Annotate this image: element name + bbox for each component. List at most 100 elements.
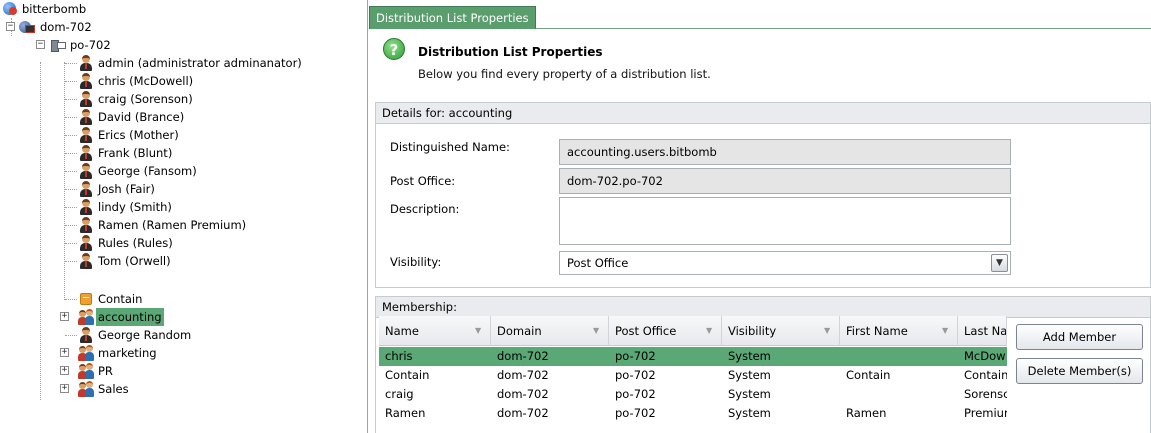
add-member-button[interactable]: Add Member (1016, 324, 1143, 350)
properties-pane: Distribution List Properties ? Distribut… (369, 0, 1151, 433)
collapse-icon[interactable]: − (36, 40, 45, 49)
expand-icon[interactable]: + (60, 366, 69, 375)
tree-node-label: accounting (96, 308, 164, 326)
chevron-down-icon[interactable]: ▼ (991, 254, 1008, 272)
group-icon (78, 345, 94, 361)
column-header[interactable]: Last Na (958, 316, 1007, 346)
tree-node-user[interactable]: David (Brance) (0, 108, 360, 126)
tree-node-user[interactable]: chris (McDowell) (0, 72, 360, 90)
table-cell: Ramen (385, 406, 426, 420)
table-cell: System (728, 349, 771, 363)
table-cell: po-702 (615, 406, 656, 420)
tree-node-user[interactable]: craig (Sorenson) (0, 90, 360, 108)
filter-icon[interactable]: ▼ (942, 327, 949, 335)
membership-section-title: Membership: (376, 297, 1150, 318)
details-section: Details for: accounting Distinguished Na… (375, 102, 1151, 288)
post-office-field[interactable]: dom-702.po-702 (559, 168, 1011, 194)
filter-icon[interactable]: ▼ (706, 327, 713, 335)
user-icon (78, 73, 94, 89)
description-label: Description: (390, 202, 460, 216)
tree-node-group[interactable]: + Sales (0, 380, 360, 398)
visibility-select[interactable]: Post Office ▼ (559, 251, 1011, 275)
tree-node-label: Erics (Mother) (98, 128, 179, 142)
column-header[interactable]: Name ▼ (379, 316, 491, 346)
table-cell: po-702 (615, 349, 656, 363)
user-icon (78, 145, 94, 161)
tree-node-accounting[interactable]: + accounting (0, 308, 360, 326)
table-cell (846, 347, 958, 366)
post-office-label: Post Office: (390, 174, 456, 188)
tree-node-user[interactable]: Rules (Rules) (0, 234, 360, 252)
domain-icon (19, 19, 35, 35)
tree-node-label: Sales (98, 382, 129, 396)
user-icon (78, 91, 94, 107)
distinguished-name-field[interactable]: accounting.users.bitbomb (559, 139, 1011, 165)
tree-node-user[interactable]: Ramen (Ramen Premium) (0, 216, 360, 234)
user-icon (78, 163, 94, 179)
table-cell: Contain (964, 368, 1007, 382)
expand-icon[interactable]: + (60, 384, 69, 393)
tree-node-label: Rules (Rules) (98, 236, 173, 250)
membership-grid[interactable]: Name ▼ Domain ▼ Post Office ▼ Visibility ▼ First… (379, 316, 1007, 433)
tree-node-label: Josh (Fair) (98, 182, 155, 196)
column-header-label: Domain (497, 324, 542, 338)
tree-node-user[interactable]: George Random (0, 326, 360, 344)
table-cell: dom-702 (497, 406, 549, 420)
tree-node-label: dom-702 (40, 20, 92, 34)
tree-node-root[interactable]: bitterbomb (0, 0, 360, 18)
tree-node-label: Contain (98, 292, 143, 306)
tree-node-user[interactable]: Josh (Fair) (0, 180, 360, 198)
tree-node-label: George (Fansom) (98, 164, 197, 178)
table-row[interactable]: craig dom-702 po-702 System Sorensc (379, 385, 1007, 404)
expand-icon[interactable]: + (60, 312, 69, 321)
tree-node-user[interactable]: George (Fansom) (0, 162, 360, 180)
tree-node-label: PR (98, 364, 113, 378)
table-cell: Contain (385, 368, 430, 382)
table-row[interactable]: Ramen dom-702 po-702 System Ramen Premiur (379, 404, 1007, 423)
column-header[interactable]: Post Office ▼ (609, 316, 722, 346)
user-icon (78, 127, 94, 143)
table-row[interactable]: chris dom-702 po-702 System McDow (379, 347, 1007, 366)
table-cell: dom-702 (497, 387, 549, 401)
tree-node-group[interactable]: + PR (0, 362, 360, 380)
tree-node-user[interactable]: lindy (Smith) (0, 198, 360, 216)
table-cell: Sorensc (964, 387, 1007, 401)
table-cell: dom-702 (497, 349, 549, 363)
description-field[interactable] (559, 197, 1011, 245)
table-cell: System (728, 406, 771, 420)
tree-node-user[interactable]: admin (administrator adminanator) (0, 54, 360, 72)
tree-node-domain[interactable]: − dom-702 (0, 18, 360, 36)
tree-node-label: Ramen (Ramen Premium) (98, 218, 247, 232)
tree-node-resource[interactable]: Contain (0, 290, 360, 308)
table-cell: System (728, 387, 771, 401)
tab-distribution-list-properties[interactable]: Distribution List Properties (369, 6, 536, 29)
tree-node-label: George Random (98, 328, 192, 342)
tree-node-label: po-702 (70, 38, 111, 52)
tree-node-post-office[interactable]: − po-702 (0, 36, 360, 54)
tree-node-label: Tom (Orwell) (98, 254, 171, 268)
tree-node-label: Frank (Blunt) (98, 146, 173, 160)
tree-node-label: David (Brance) (98, 110, 185, 124)
filter-icon[interactable]: ▼ (824, 327, 831, 335)
table-cell: Premiur (964, 406, 1007, 420)
delete-members-button[interactable]: Delete Member(s) (1016, 358, 1143, 384)
table-row[interactable]: Contain dom-702 po-702 System Contain Contain (379, 366, 1007, 385)
collapse-icon[interactable]: − (6, 22, 15, 31)
distinguished-name-label: Distinguished Name: (390, 140, 510, 154)
filter-icon[interactable]: ▼ (475, 327, 482, 335)
post-office-icon (50, 37, 66, 53)
expand-icon[interactable]: + (60, 348, 69, 357)
tree-node-user[interactable]: Erics (Mother) (0, 126, 360, 144)
column-header[interactable]: First Name ▼ (840, 316, 958, 346)
table-cell: po-702 (615, 368, 656, 382)
column-header[interactable]: Visibility ▼ (722, 316, 840, 346)
group-icon (78, 363, 94, 379)
tree-node-user[interactable]: Frank (Blunt) (0, 144, 360, 162)
group-icon (78, 381, 94, 397)
column-header[interactable]: Domain ▼ (491, 316, 609, 346)
tree-node-group[interactable]: + marketing (0, 344, 360, 362)
column-header-label: Last Na (964, 324, 1007, 338)
filter-icon[interactable]: ▼ (593, 327, 600, 335)
tree-panel[interactable]: bitterbomb − dom-702 − po-702 admin (adm… (0, 0, 368, 433)
tree-node-user[interactable]: Tom (Orwell) (0, 252, 360, 270)
